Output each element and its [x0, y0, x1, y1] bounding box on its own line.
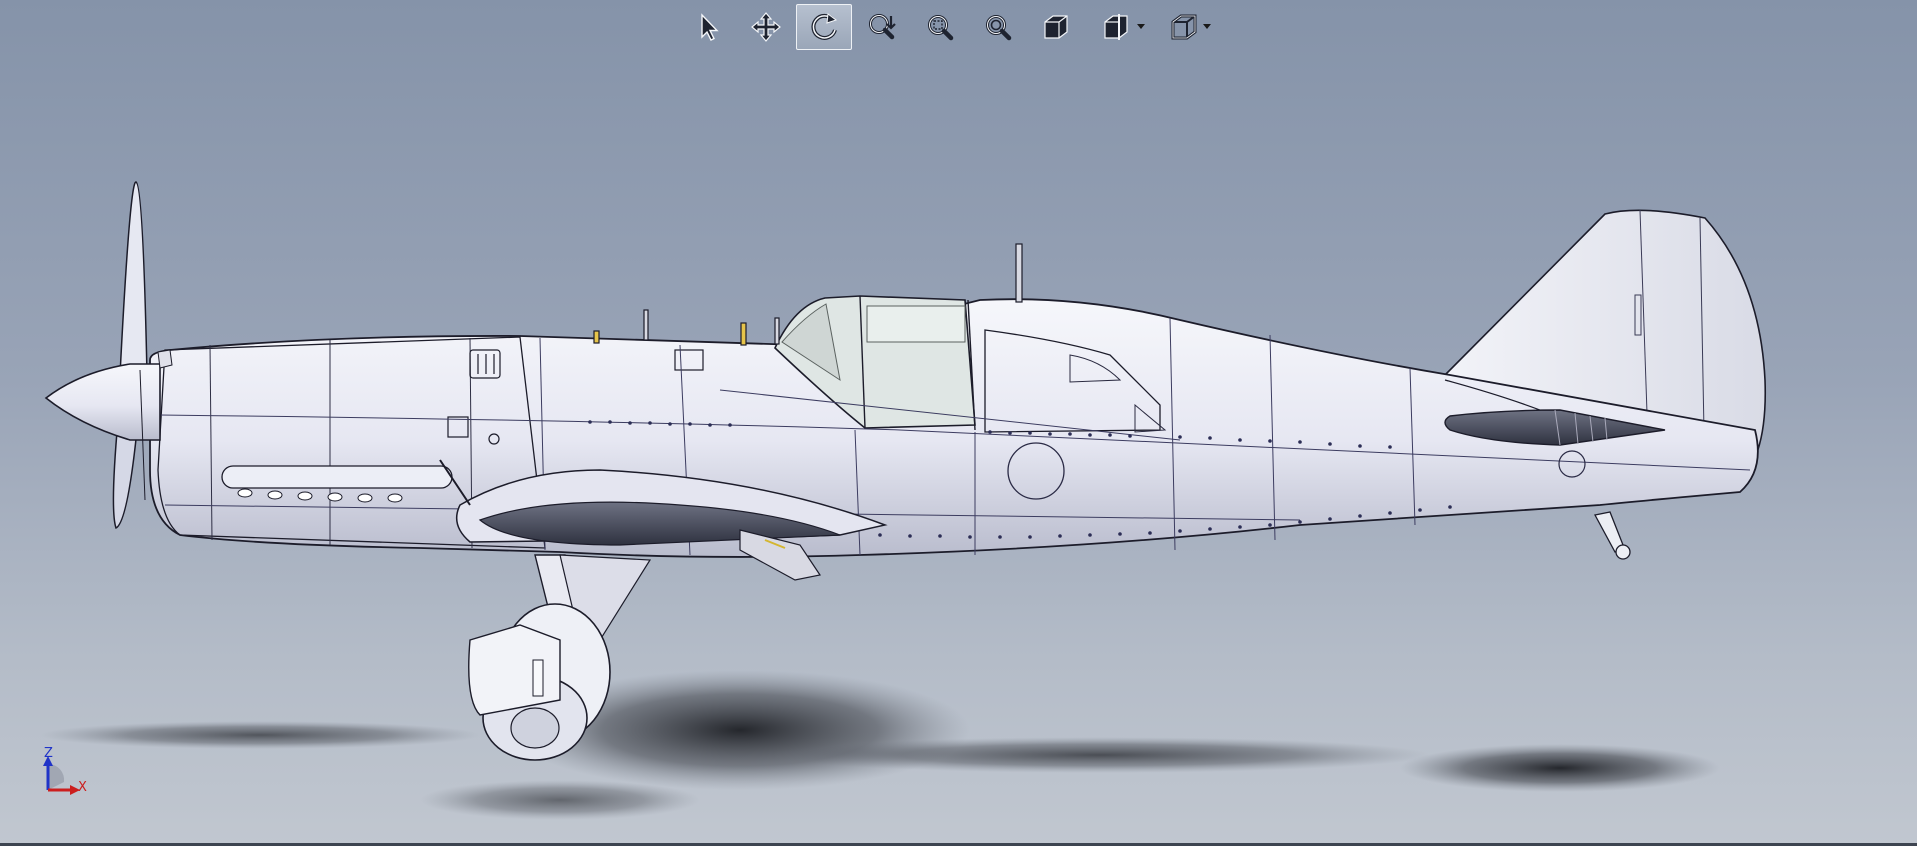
zoom-to-area-icon [928, 15, 954, 41]
display-style-icon [1171, 14, 1197, 40]
rotate-button[interactable] [796, 4, 852, 50]
triad-z-label: Z [44, 746, 53, 761]
zoom-to-fit-button[interactable] [854, 4, 910, 50]
select-button[interactable] [680, 4, 736, 50]
triad-x-label: X [78, 780, 87, 795]
pan-icon [751, 12, 781, 42]
rotate-icon [811, 13, 838, 40]
chevron-down-icon [1203, 24, 1211, 29]
reference-triad: Z X [36, 742, 96, 800]
propeller-spinner [44, 363, 161, 441]
display-style-button[interactable] [1152, 4, 1216, 50]
pan-button[interactable] [738, 4, 794, 50]
select-arrow-icon [701, 13, 719, 41]
section-view-icon [1104, 14, 1128, 40]
zoom-to-fit-icon [869, 14, 896, 40]
view-orientation-icon [1044, 15, 1068, 39]
view-orientation-button[interactable] [1028, 4, 1084, 50]
tail-wheel [1594, 511, 1631, 560]
zoom-to-area-button[interactable] [912, 4, 968, 50]
zoom-in-out-icon [986, 15, 1012, 41]
zoom-in-out-button[interactable] [970, 4, 1026, 50]
ground-shadow [40, 670, 1720, 820]
chevron-down-icon [1137, 24, 1145, 29]
view-toolbar [680, 2, 1216, 52]
model-scene[interactable] [0, 0, 1917, 846]
graphics-viewport[interactable]: Z X [0, 0, 1917, 846]
section-view-button[interactable] [1086, 4, 1150, 50]
